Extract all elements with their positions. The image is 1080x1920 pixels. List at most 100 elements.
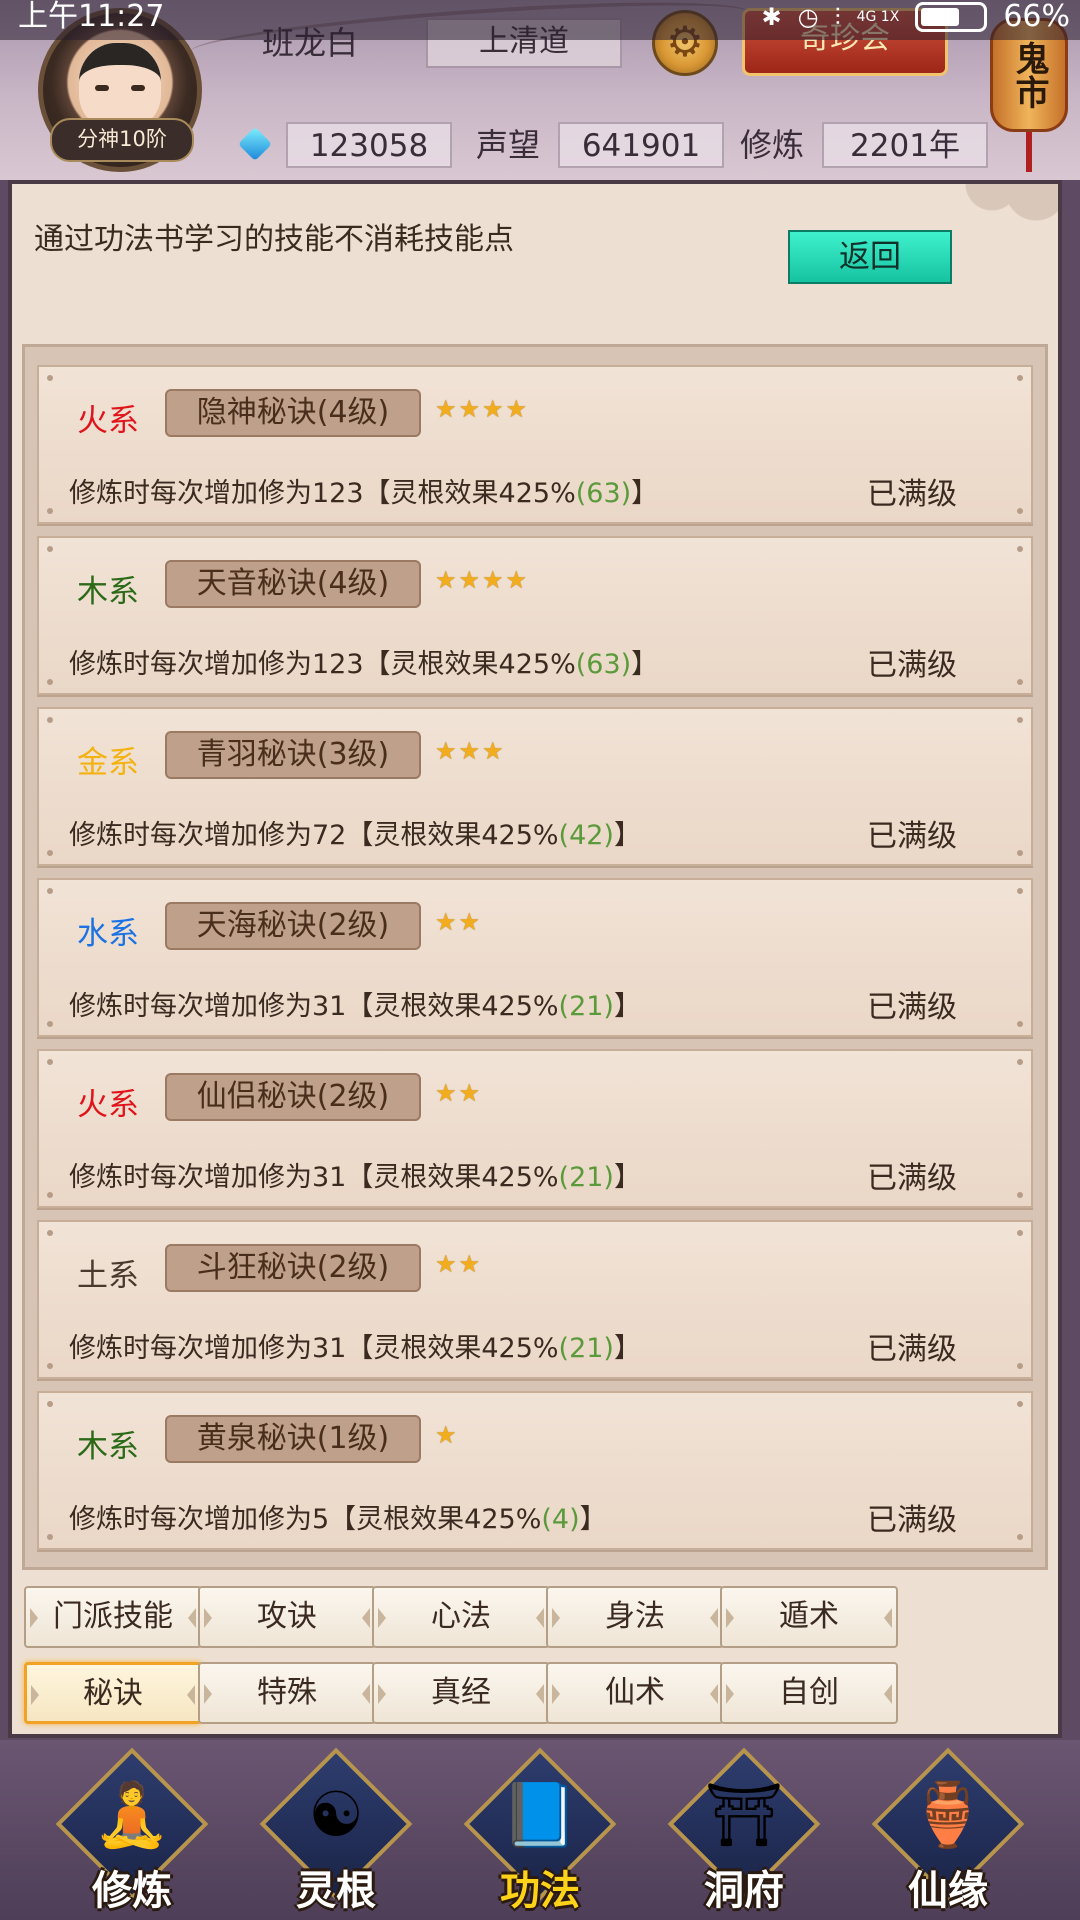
tab-row1-1[interactable]: 攻诀 (198, 1586, 376, 1648)
row-ornament (1017, 1363, 1023, 1369)
row-ornament (1017, 508, 1023, 514)
skill-name: 黄泉秘诀(1级) (165, 1415, 421, 1463)
prestige-label: 声望 (476, 126, 541, 164)
desc-suffix: 】 (613, 1162, 641, 1193)
bonus-value: (63) (575, 649, 632, 680)
nav-item[interactable]: 🏺 仙缘 (868, 1747, 1028, 1916)
nav-item[interactable]: ⛩ 洞府 (664, 1747, 824, 1916)
star-rating-icon: ★★ (435, 908, 483, 936)
tab-row1-2[interactable]: 心法 (372, 1586, 550, 1648)
skill-element: 木系 (77, 1429, 139, 1465)
skill-element: 木系 (77, 574, 139, 610)
skill-description: 修炼时每次增加修为31【灵根效果425%(21)】 (69, 1326, 641, 1365)
row-ornament (47, 888, 53, 894)
battery-fill (921, 8, 960, 26)
skill-description: 修炼时每次增加修为123【灵根效果425%(63)】 (69, 471, 658, 510)
row-ornament (1017, 850, 1023, 856)
nav-label: 灵根 (296, 1868, 376, 1914)
desc-text: 修炼时每次增加修为31【灵根效果425% (69, 1162, 559, 1193)
skill-name: 斗狂秘诀(2级) (165, 1244, 421, 1292)
star-rating-icon: ★★★ (435, 737, 506, 765)
row-ornament (47, 546, 53, 552)
star-rating-icon: ★ (435, 1421, 459, 1449)
skill-description: 修炼时每次增加修为31【灵根效果425%(21)】 (69, 1155, 641, 1194)
prestige-value: 641901 (558, 122, 724, 168)
nav-label: 修炼 (92, 1868, 172, 1914)
skill-row[interactable]: 土系 斗狂秘诀(2级) ★★ 修炼时每次增加修为31【灵根效果425%(21)】… (37, 1220, 1033, 1379)
skill-element: 火系 (77, 403, 139, 439)
tab-row2-4[interactable]: 自创 (720, 1662, 898, 1724)
desc-text: 修炼时每次增加修为31【灵根效果425% (69, 991, 559, 1022)
row-ornament (47, 1363, 53, 1369)
vibrate-icon: ⫶ (834, 3, 841, 31)
bonus-value: (42) (558, 820, 614, 851)
meditating-monk-icon: 🧘 (93, 1778, 171, 1851)
desc-text: 修炼时每次增加修为5【灵根效果425% (69, 1504, 542, 1535)
nav-item[interactable]: 📘 功法 (460, 1747, 620, 1916)
skill-element: 土系 (77, 1258, 139, 1294)
status-icons: ✱ ◷ ⫶ 4G 1X 66% (762, 0, 1070, 34)
skill-status: 已满级 (867, 819, 957, 854)
skill-element: 水系 (77, 916, 139, 952)
row-ornament (47, 375, 53, 381)
battery-icon (915, 2, 988, 32)
skill-row[interactable]: 金系 青羽秘诀(3级) ★★★ 修炼时每次增加修为72【灵根效果425%(42)… (37, 707, 1033, 866)
row-ornament (1017, 1192, 1023, 1198)
row-ornament (1017, 717, 1023, 723)
bonus-value: (4) (541, 1504, 580, 1535)
star-rating-icon: ★★★★ (435, 566, 530, 594)
row-ornament (47, 508, 53, 514)
skill-status: 已满级 (867, 990, 957, 1025)
row-ornament (47, 1401, 53, 1407)
skill-row[interactable]: 火系 隐神秘诀(4级) ★★★★ 修炼时每次增加修为123【灵根效果425%(6… (37, 365, 1033, 524)
row-ornament (1017, 1401, 1023, 1407)
desc-suffix: 】 (613, 820, 641, 851)
tab-row1-4[interactable]: 遁术 (720, 1586, 898, 1648)
row-ornament (1017, 1059, 1023, 1065)
desc-text: 修炼时每次增加修为123【灵根效果425% (69, 649, 576, 680)
row-ornament (1017, 679, 1023, 685)
skill-status: 已满级 (867, 477, 957, 512)
gem-count: 123058 (286, 122, 452, 168)
nav-item[interactable]: 🧘 修炼 (52, 1747, 212, 1916)
bonus-value: (63) (575, 478, 632, 509)
skill-row[interactable]: 火系 仙侣秘诀(2级) ★★ 修炼时每次增加修为31【灵根效果425%(21)】… (37, 1049, 1033, 1208)
tab-row2-0[interactable]: 秘诀 (24, 1662, 202, 1724)
signal-icon: 4G 1X (856, 9, 900, 25)
desc-suffix: 】 (579, 1504, 607, 1535)
cultivation-value: 2201年 (822, 122, 988, 168)
skill-name: 天音秘诀(4级) (165, 560, 421, 608)
row-ornament (1017, 1230, 1023, 1236)
bonus-value: (21) (558, 1162, 614, 1193)
skill-status: 已满级 (867, 648, 957, 683)
skill-description: 修炼时每次增加修为72【灵根效果425%(42)】 (69, 813, 641, 852)
tab-row1-3[interactable]: 身法 (546, 1586, 724, 1648)
tab-row2-3[interactable]: 仙术 (546, 1662, 724, 1724)
skill-row[interactable]: 木系 黄泉秘诀(1级) ★ 修炼时每次增加修为5【灵根效果425%(4)】 已满… (37, 1391, 1033, 1550)
skill-row[interactable]: 水系 天海秘诀(2级) ★★ 修炼时每次增加修为31【灵根效果425%(21)】… (37, 878, 1033, 1037)
skill-description: 修炼时每次增加修为123【灵根效果425%(63)】 (69, 642, 658, 681)
bonus-value: (21) (558, 1333, 614, 1364)
skill-element: 金系 (77, 745, 139, 781)
alarm-icon: ◷ (797, 3, 819, 31)
nav-label: 洞府 (704, 1868, 784, 1914)
row-ornament (1017, 1534, 1023, 1540)
row-ornament (47, 1534, 53, 1540)
bluetooth-icon: ✱ (761, 3, 782, 31)
row-ornament (47, 1192, 53, 1198)
skill-name: 青羽秘诀(3级) (165, 731, 421, 779)
pagoda-icon: ⛩ (704, 1778, 784, 1851)
tab-row2-1[interactable]: 特殊 (198, 1662, 376, 1724)
nav-item[interactable]: ☯ 灵根 (256, 1747, 416, 1916)
row-ornament (1017, 375, 1023, 381)
spirit-gem-icon (238, 127, 272, 161)
tab-row1-0[interactable]: 门派技能 (24, 1586, 202, 1648)
status-bar: 上午11:27 ✱ ◷ ⫶ 4G 1X 66% (0, 0, 1080, 40)
skill-name: 隐神秘诀(4级) (165, 389, 421, 437)
back-button[interactable]: 返回 (788, 230, 952, 284)
skill-list[interactable]: 火系 隐神秘诀(4级) ★★★★ 修炼时每次增加修为123【灵根效果425%(6… (22, 344, 1048, 1570)
skill-row[interactable]: 木系 天音秘诀(4级) ★★★★ 修炼时每次增加修为123【灵根效果425%(6… (37, 536, 1033, 695)
tab-row2-2[interactable]: 真经 (372, 1662, 550, 1724)
skill-name: 天海秘诀(2级) (165, 902, 421, 950)
rank-badge: 分神10阶 (50, 118, 194, 162)
